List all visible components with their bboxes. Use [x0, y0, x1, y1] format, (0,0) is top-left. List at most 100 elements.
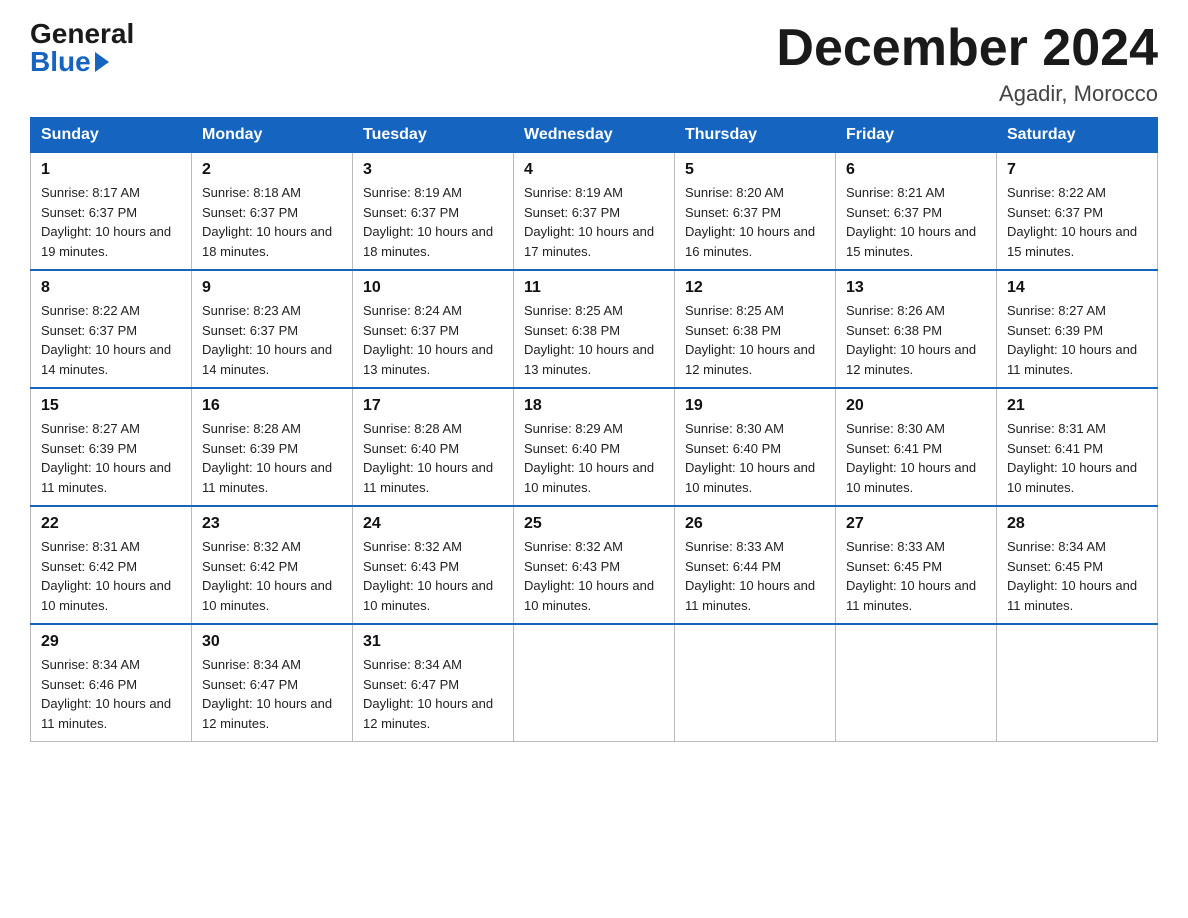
calendar-cell: 15 Sunrise: 8:27 AM Sunset: 6:39 PM Dayl…: [31, 388, 192, 506]
day-info: Sunrise: 8:30 AM Sunset: 6:40 PM Dayligh…: [685, 419, 825, 497]
col-thursday: Thursday: [675, 118, 836, 153]
day-info: Sunrise: 8:27 AM Sunset: 6:39 PM Dayligh…: [41, 419, 181, 497]
day-info: Sunrise: 8:19 AM Sunset: 6:37 PM Dayligh…: [363, 183, 503, 261]
calendar-week-row: 8 Sunrise: 8:22 AM Sunset: 6:37 PM Dayli…: [31, 270, 1158, 388]
day-info: Sunrise: 8:33 AM Sunset: 6:44 PM Dayligh…: [685, 537, 825, 615]
day-number: 28: [1007, 515, 1147, 533]
day-number: 16: [202, 397, 342, 415]
day-info: Sunrise: 8:30 AM Sunset: 6:41 PM Dayligh…: [846, 419, 986, 497]
calendar-cell: 2 Sunrise: 8:18 AM Sunset: 6:37 PM Dayli…: [192, 153, 353, 271]
calendar-cell: 12 Sunrise: 8:25 AM Sunset: 6:38 PM Dayl…: [675, 270, 836, 388]
calendar-cell: 17 Sunrise: 8:28 AM Sunset: 6:40 PM Dayl…: [353, 388, 514, 506]
calendar-cell: 3 Sunrise: 8:19 AM Sunset: 6:37 PM Dayli…: [353, 153, 514, 271]
day-info: Sunrise: 8:31 AM Sunset: 6:41 PM Dayligh…: [1007, 419, 1147, 497]
day-number: 19: [685, 397, 825, 415]
day-number: 6: [846, 161, 986, 179]
day-number: 13: [846, 279, 986, 297]
col-tuesday: Tuesday: [353, 118, 514, 153]
day-info: Sunrise: 8:25 AM Sunset: 6:38 PM Dayligh…: [685, 301, 825, 379]
calendar-cell: [514, 624, 675, 742]
calendar-cell: 20 Sunrise: 8:30 AM Sunset: 6:41 PM Dayl…: [836, 388, 997, 506]
day-number: 21: [1007, 397, 1147, 415]
day-info: Sunrise: 8:26 AM Sunset: 6:38 PM Dayligh…: [846, 301, 986, 379]
calendar-cell: 21 Sunrise: 8:31 AM Sunset: 6:41 PM Dayl…: [997, 388, 1158, 506]
title-block: December 2024 Agadir, Morocco: [776, 20, 1158, 107]
calendar-cell: 1 Sunrise: 8:17 AM Sunset: 6:37 PM Dayli…: [31, 153, 192, 271]
calendar-table: Sunday Monday Tuesday Wednesday Thursday…: [30, 117, 1158, 742]
calendar-cell: 11 Sunrise: 8:25 AM Sunset: 6:38 PM Dayl…: [514, 270, 675, 388]
logo-arrow-icon: [95, 52, 109, 72]
logo: General Blue: [30, 20, 134, 76]
col-saturday: Saturday: [997, 118, 1158, 153]
day-number: 30: [202, 633, 342, 651]
day-info: Sunrise: 8:32 AM Sunset: 6:43 PM Dayligh…: [363, 537, 503, 615]
day-number: 11: [524, 279, 664, 297]
day-number: 1: [41, 161, 181, 179]
day-info: Sunrise: 8:33 AM Sunset: 6:45 PM Dayligh…: [846, 537, 986, 615]
location-label: Agadir, Morocco: [776, 81, 1158, 107]
col-sunday: Sunday: [31, 118, 192, 153]
day-number: 15: [41, 397, 181, 415]
day-info: Sunrise: 8:19 AM Sunset: 6:37 PM Dayligh…: [524, 183, 664, 261]
calendar-week-row: 29 Sunrise: 8:34 AM Sunset: 6:46 PM Dayl…: [31, 624, 1158, 742]
logo-blue-text: Blue: [30, 48, 109, 76]
day-info: Sunrise: 8:32 AM Sunset: 6:43 PM Dayligh…: [524, 537, 664, 615]
day-info: Sunrise: 8:34 AM Sunset: 6:47 PM Dayligh…: [363, 655, 503, 733]
calendar-cell: 7 Sunrise: 8:22 AM Sunset: 6:37 PM Dayli…: [997, 153, 1158, 271]
calendar-week-row: 1 Sunrise: 8:17 AM Sunset: 6:37 PM Dayli…: [31, 153, 1158, 271]
calendar-cell: 16 Sunrise: 8:28 AM Sunset: 6:39 PM Dayl…: [192, 388, 353, 506]
calendar-cell: 31 Sunrise: 8:34 AM Sunset: 6:47 PM Dayl…: [353, 624, 514, 742]
day-info: Sunrise: 8:29 AM Sunset: 6:40 PM Dayligh…: [524, 419, 664, 497]
col-friday: Friday: [836, 118, 997, 153]
day-info: Sunrise: 8:20 AM Sunset: 6:37 PM Dayligh…: [685, 183, 825, 261]
calendar-cell: 13 Sunrise: 8:26 AM Sunset: 6:38 PM Dayl…: [836, 270, 997, 388]
day-info: Sunrise: 8:34 AM Sunset: 6:47 PM Dayligh…: [202, 655, 342, 733]
calendar-cell: 29 Sunrise: 8:34 AM Sunset: 6:46 PM Dayl…: [31, 624, 192, 742]
col-monday: Monday: [192, 118, 353, 153]
day-number: 7: [1007, 161, 1147, 179]
calendar-cell: 23 Sunrise: 8:32 AM Sunset: 6:42 PM Dayl…: [192, 506, 353, 624]
day-info: Sunrise: 8:21 AM Sunset: 6:37 PM Dayligh…: [846, 183, 986, 261]
day-number: 18: [524, 397, 664, 415]
calendar-cell: 30 Sunrise: 8:34 AM Sunset: 6:47 PM Dayl…: [192, 624, 353, 742]
calendar-cell: 25 Sunrise: 8:32 AM Sunset: 6:43 PM Dayl…: [514, 506, 675, 624]
day-number: 12: [685, 279, 825, 297]
day-info: Sunrise: 8:34 AM Sunset: 6:46 PM Dayligh…: [41, 655, 181, 733]
calendar-cell: 9 Sunrise: 8:23 AM Sunset: 6:37 PM Dayli…: [192, 270, 353, 388]
calendar-cell: 8 Sunrise: 8:22 AM Sunset: 6:37 PM Dayli…: [31, 270, 192, 388]
day-number: 17: [363, 397, 503, 415]
calendar-cell: 24 Sunrise: 8:32 AM Sunset: 6:43 PM Dayl…: [353, 506, 514, 624]
calendar-week-row: 15 Sunrise: 8:27 AM Sunset: 6:39 PM Dayl…: [31, 388, 1158, 506]
calendar-cell: 18 Sunrise: 8:29 AM Sunset: 6:40 PM Dayl…: [514, 388, 675, 506]
page-header: General Blue December 2024 Agadir, Moroc…: [30, 20, 1158, 107]
calendar-cell: 5 Sunrise: 8:20 AM Sunset: 6:37 PM Dayli…: [675, 153, 836, 271]
day-number: 27: [846, 515, 986, 533]
col-wednesday: Wednesday: [514, 118, 675, 153]
day-info: Sunrise: 8:31 AM Sunset: 6:42 PM Dayligh…: [41, 537, 181, 615]
calendar-cell: 26 Sunrise: 8:33 AM Sunset: 6:44 PM Dayl…: [675, 506, 836, 624]
day-info: Sunrise: 8:25 AM Sunset: 6:38 PM Dayligh…: [524, 301, 664, 379]
calendar-cell: 27 Sunrise: 8:33 AM Sunset: 6:45 PM Dayl…: [836, 506, 997, 624]
day-info: Sunrise: 8:28 AM Sunset: 6:39 PM Dayligh…: [202, 419, 342, 497]
day-info: Sunrise: 8:24 AM Sunset: 6:37 PM Dayligh…: [363, 301, 503, 379]
day-number: 5: [685, 161, 825, 179]
day-number: 22: [41, 515, 181, 533]
day-number: 9: [202, 279, 342, 297]
day-info: Sunrise: 8:18 AM Sunset: 6:37 PM Dayligh…: [202, 183, 342, 261]
calendar-week-row: 22 Sunrise: 8:31 AM Sunset: 6:42 PM Dayl…: [31, 506, 1158, 624]
day-number: 24: [363, 515, 503, 533]
day-info: Sunrise: 8:27 AM Sunset: 6:39 PM Dayligh…: [1007, 301, 1147, 379]
day-number: 4: [524, 161, 664, 179]
day-info: Sunrise: 8:22 AM Sunset: 6:37 PM Dayligh…: [41, 301, 181, 379]
day-info: Sunrise: 8:34 AM Sunset: 6:45 PM Dayligh…: [1007, 537, 1147, 615]
calendar-cell: [836, 624, 997, 742]
day-number: 14: [1007, 279, 1147, 297]
day-info: Sunrise: 8:17 AM Sunset: 6:37 PM Dayligh…: [41, 183, 181, 261]
calendar-cell: [675, 624, 836, 742]
day-info: Sunrise: 8:28 AM Sunset: 6:40 PM Dayligh…: [363, 419, 503, 497]
day-number: 29: [41, 633, 181, 651]
calendar-cell: 4 Sunrise: 8:19 AM Sunset: 6:37 PM Dayli…: [514, 153, 675, 271]
day-info: Sunrise: 8:23 AM Sunset: 6:37 PM Dayligh…: [202, 301, 342, 379]
day-info: Sunrise: 8:32 AM Sunset: 6:42 PM Dayligh…: [202, 537, 342, 615]
calendar-cell: 6 Sunrise: 8:21 AM Sunset: 6:37 PM Dayli…: [836, 153, 997, 271]
